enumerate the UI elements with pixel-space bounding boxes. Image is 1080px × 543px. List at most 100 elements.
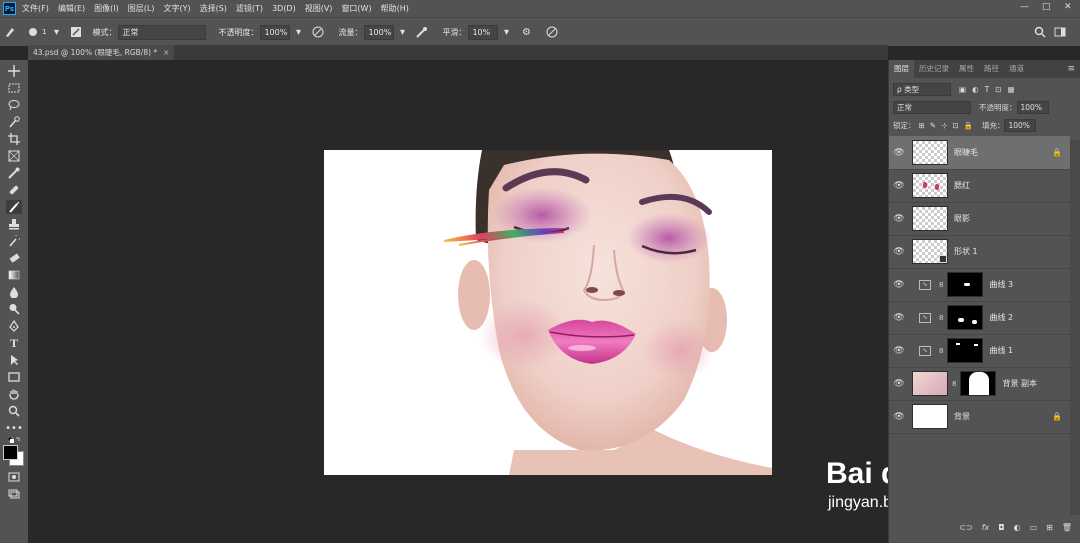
- opacity-field[interactable]: 100%: [260, 24, 291, 40]
- layer-row[interactable]: 👁 ∿ 8 曲线 1: [889, 334, 1070, 368]
- menu-edit[interactable]: 编辑(E): [58, 3, 85, 14]
- tab-channels[interactable]: 通道: [1004, 60, 1029, 78]
- chevron-down-icon[interactable]: ▾: [500, 26, 512, 38]
- pressure-opacity-icon[interactable]: [312, 26, 324, 38]
- chain-link-icon[interactable]: 8: [939, 281, 943, 289]
- eye-icon[interactable]: 👁: [889, 313, 909, 323]
- healing-tool-icon[interactable]: [6, 183, 22, 197]
- chevron-down-icon[interactable]: ▾: [50, 26, 62, 38]
- chain-link-icon[interactable]: 8: [952, 380, 956, 388]
- eraser-tool-icon[interactable]: [6, 251, 22, 265]
- airbrush-icon[interactable]: [416, 26, 428, 38]
- gear-icon[interactable]: ⚙: [520, 26, 532, 38]
- dodge-tool-icon[interactable]: [6, 302, 22, 316]
- brush-icon[interactable]: [4, 26, 16, 38]
- panel-scrollbar[interactable]: [1070, 140, 1080, 515]
- pen-tool-icon[interactable]: [6, 319, 22, 333]
- brush-preset-picker[interactable]: [24, 26, 42, 38]
- eye-icon[interactable]: 👁: [889, 280, 909, 290]
- document-tab[interactable]: 43.psd @ 100% (眼睫毛, RGB/8) * ×: [28, 45, 175, 60]
- adjustment-layer-icon[interactable]: ◐: [1014, 523, 1021, 532]
- chain-link-icon[interactable]: 8: [939, 347, 943, 355]
- close-icon[interactable]: ×: [163, 48, 169, 57]
- brush-tool-icon[interactable]: [6, 200, 22, 214]
- layer-opacity-field[interactable]: 100%: [1016, 100, 1049, 114]
- foreground-color-swatch[interactable]: [3, 445, 18, 460]
- flow-field[interactable]: 100%: [364, 24, 395, 40]
- layer-row[interactable]: 👁 形状 1: [889, 235, 1070, 269]
- layer-row[interactable]: 👁 眼睫毛 🔒: [889, 136, 1070, 170]
- link-layers-icon[interactable]: ⊂⊃: [959, 523, 972, 532]
- tab-properties[interactable]: 属性: [954, 60, 979, 78]
- menu-layer[interactable]: 图层(L): [128, 3, 155, 14]
- quick-select-tool-icon[interactable]: [6, 115, 22, 129]
- stamp-tool-icon[interactable]: [6, 217, 22, 231]
- layer-row[interactable]: 👁 背景 🔒: [889, 400, 1070, 434]
- type-tool-icon[interactable]: T: [6, 336, 22, 350]
- eye-icon[interactable]: 👁: [889, 181, 909, 191]
- layer-row[interactable]: 👁 ∿ 8 曲线 2: [889, 301, 1070, 335]
- gradient-tool-icon[interactable]: [6, 268, 22, 282]
- screen-mode-icon[interactable]: [6, 487, 22, 501]
- hand-tool-icon[interactable]: [6, 387, 22, 401]
- filter-icons[interactable]: ▣◐T⊡▦: [959, 85, 1021, 94]
- marquee-tool-icon[interactable]: [6, 81, 22, 95]
- menu-file[interactable]: 文件(F): [22, 3, 49, 14]
- search-icon[interactable]: [1034, 26, 1046, 38]
- smoothing-field[interactable]: 10%: [468, 24, 499, 40]
- canvas-area[interactable]: [28, 60, 888, 543]
- menu-image[interactable]: 图像(I): [94, 3, 119, 14]
- layer-row[interactable]: 👁 眼影: [889, 202, 1070, 236]
- crop-tool-icon[interactable]: [6, 132, 22, 146]
- layer-row[interactable]: 👁 腮红: [889, 169, 1070, 203]
- add-mask-icon[interactable]: ◘: [998, 523, 1004, 532]
- eye-icon[interactable]: 👁: [889, 247, 909, 257]
- eye-icon[interactable]: 👁: [889, 379, 909, 389]
- chevron-down-icon[interactable]: ▾: [396, 26, 408, 38]
- quick-mask-icon[interactable]: [6, 470, 22, 484]
- menu-3d[interactable]: 3D(D): [272, 4, 296, 13]
- maximize-button[interactable]: □: [1042, 2, 1051, 12]
- minimize-button[interactable]: —: [1020, 2, 1029, 12]
- eye-icon[interactable]: 👁: [889, 412, 909, 422]
- history-brush-tool-icon[interactable]: [6, 234, 22, 248]
- chevron-down-icon[interactable]: ▾: [292, 26, 304, 38]
- layer-row[interactable]: 👁 ∿ 8 曲线 3: [889, 268, 1070, 302]
- trash-icon[interactable]: 🗑: [1062, 523, 1072, 532]
- frame-tool-icon[interactable]: [6, 149, 22, 163]
- lock-icons[interactable]: ⊞✎⊹⊡🔒: [919, 121, 978, 130]
- eye-icon[interactable]: 👁: [889, 214, 909, 224]
- eyedropper-tool-icon[interactable]: [6, 166, 22, 180]
- folder-icon[interactable]: ▭: [1030, 523, 1038, 532]
- blur-tool-icon[interactable]: [6, 285, 22, 299]
- menu-window[interactable]: 窗口(W): [341, 3, 371, 14]
- close-button[interactable]: ✕: [1064, 2, 1072, 12]
- menu-help[interactable]: 帮助(H): [381, 3, 409, 14]
- fill-field[interactable]: 100%: [1004, 118, 1037, 132]
- menu-view[interactable]: 视图(V): [305, 3, 333, 14]
- new-layer-icon[interactable]: ⊞: [1046, 523, 1053, 532]
- pressure-size-icon[interactable]: [546, 26, 558, 38]
- menu-type[interactable]: 文字(Y): [163, 3, 190, 14]
- blend-mode-select[interactable]: 正常: [893, 100, 971, 114]
- more-tools-icon[interactable]: •••: [5, 421, 23, 435]
- eye-icon[interactable]: 👁: [889, 148, 909, 158]
- fx-icon[interactable]: fx: [982, 523, 990, 532]
- path-select-tool-icon[interactable]: [6, 353, 22, 367]
- zoom-tool-icon[interactable]: [6, 404, 22, 418]
- chain-link-icon[interactable]: 8: [939, 314, 943, 322]
- eye-icon[interactable]: 👁: [889, 346, 909, 356]
- lasso-tool-icon[interactable]: [6, 98, 22, 112]
- brush-settings-icon[interactable]: [70, 26, 82, 38]
- tab-layers[interactable]: 图层: [889, 60, 914, 78]
- mode-select[interactable]: 正常: [118, 24, 207, 40]
- document-canvas[interactable]: [324, 150, 772, 475]
- menu-select[interactable]: 选择(S): [200, 3, 227, 14]
- tab-paths[interactable]: 路径: [979, 60, 1004, 78]
- shape-tool-icon[interactable]: [6, 370, 22, 384]
- menu-filter[interactable]: 滤镜(T): [236, 3, 263, 14]
- layer-row[interactable]: 👁 8 背景 副本: [889, 367, 1070, 401]
- move-tool-icon[interactable]: [6, 64, 22, 78]
- layer-filter-select[interactable]: ρ 类型: [893, 82, 951, 96]
- tab-history[interactable]: 历史记录: [914, 60, 954, 78]
